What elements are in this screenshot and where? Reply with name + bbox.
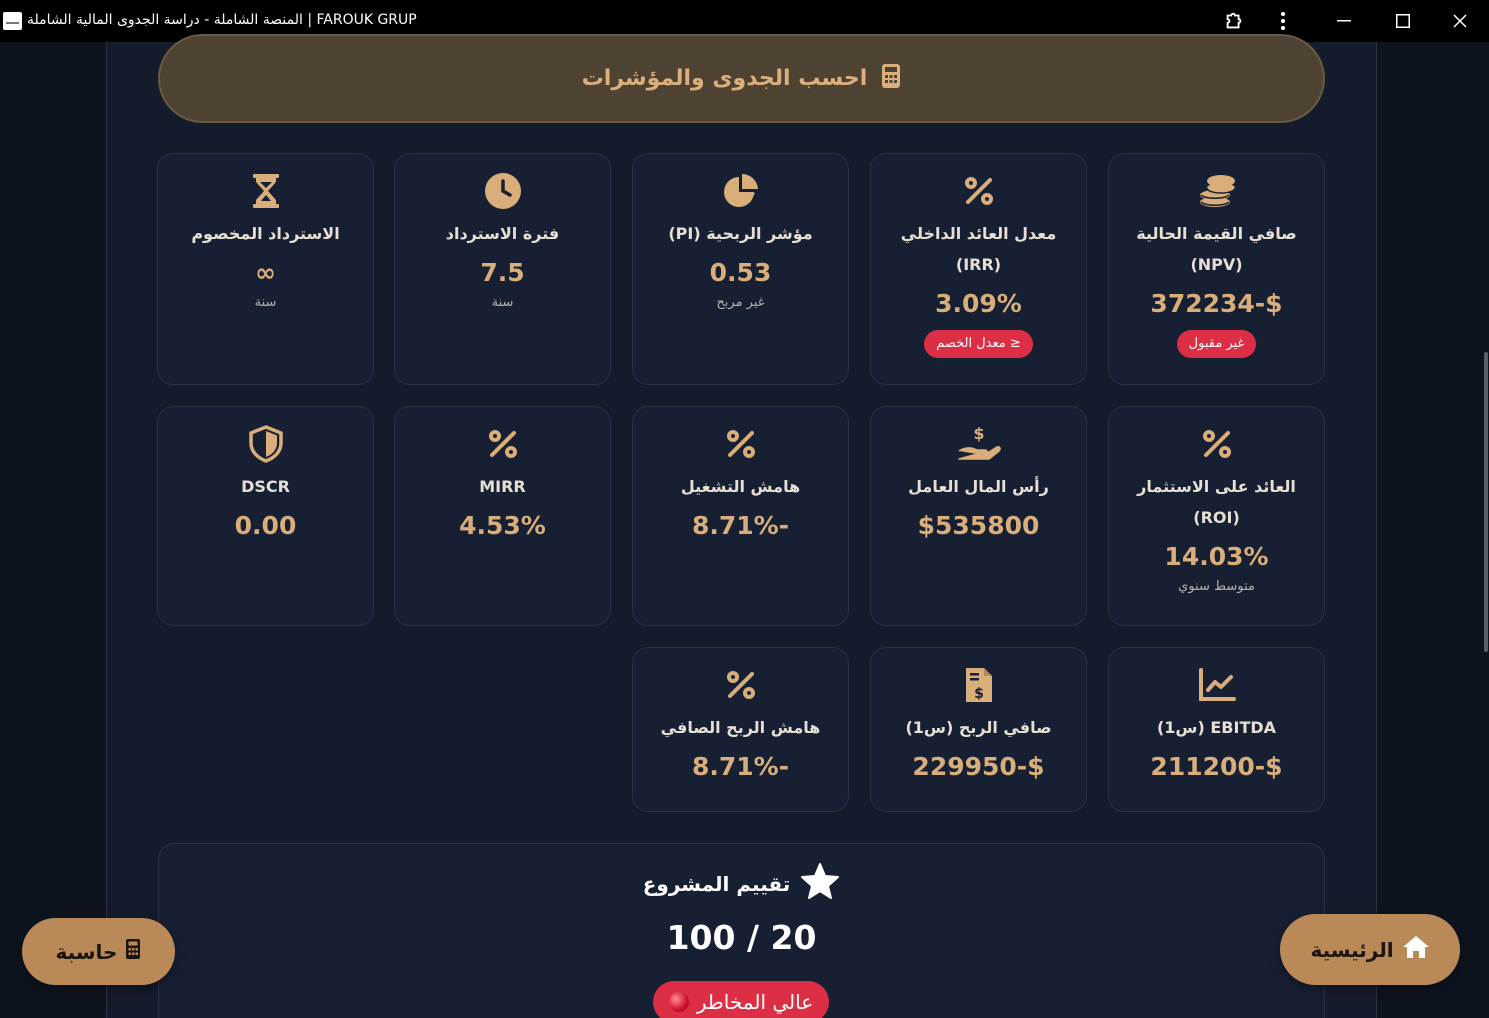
hourglass-icon <box>252 172 280 210</box>
ebitda-card: EBITDA (س1) 211200-$ <box>1108 647 1325 812</box>
discounted-payback-card: الاسترداد المخصوم ∞ سنة <box>157 153 374 385</box>
evaluation-score: 100 / 20 <box>666 918 817 957</box>
risk-label: عالي المخاطر <box>696 990 814 1014</box>
coins-icon <box>1197 172 1237 210</box>
payback-card: فترة الاسترداد 7.5 سنة <box>394 153 611 385</box>
line-chart-icon <box>1198 666 1236 704</box>
net-profit-value: 229950-$ <box>912 752 1045 781</box>
irr-label: معدل العائد الداخلي (IRR) <box>900 224 1057 274</box>
discounted-payback-unit: سنة <box>254 295 277 310</box>
percent-icon <box>488 425 518 463</box>
dscr-card: DSCR 0.00 <box>157 406 374 626</box>
npv-status-badge: غير مقبول <box>1176 330 1257 358</box>
calculator-button-label: حاسبة <box>55 939 118 964</box>
percent-icon <box>964 172 994 210</box>
net-profit-label: صافي الربح (س1) <box>905 718 1052 737</box>
discounted-payback-label: الاسترداد المخصوم <box>191 224 340 243</box>
mirr-value: 4.53% <box>459 511 546 540</box>
working-capital-card: $ رأس المال العامل $535800 <box>870 406 1087 626</box>
home-button-label: الرئيسية <box>1310 937 1394 962</box>
operating-margin-label: هامش التشغيل <box>680 477 801 496</box>
risk-level-badge: عالي المخاطر <box>653 981 829 1018</box>
roi-subtext: متوسط سنوي <box>1178 579 1255 594</box>
mirr-card: MIRR 4.53% <box>394 406 611 626</box>
home-icon <box>1402 935 1430 964</box>
percent-icon <box>726 425 756 463</box>
npv-card: صافي القيمة الحالية (NPV) 372234-$ غير م… <box>1108 153 1325 385</box>
star-icon <box>800 862 840 905</box>
shield-icon <box>248 425 283 463</box>
svg-text:$: $ <box>973 425 984 443</box>
ebitda-value: 211200-$ <box>1150 752 1283 781</box>
invoice-dollar-icon: $ <box>964 666 994 704</box>
red-circle-icon <box>668 992 689 1012</box>
payback-label: فترة الاسترداد <box>445 224 560 243</box>
irr-value: 3.09% <box>935 289 1022 318</box>
calculator-icon <box>881 63 901 95</box>
maximize-icon[interactable] <box>1380 0 1426 42</box>
dscr-value: 0.00 <box>234 511 297 540</box>
npv-label: صافي القيمة الحالية (NPV) <box>1136 224 1297 274</box>
scrollbar[interactable] <box>1484 352 1488 652</box>
ebitda-label: EBITDA (س1) <box>1156 718 1277 737</box>
mirr-label: MIRR <box>479 477 526 496</box>
evaluation-title-text: تقييم المشروع <box>642 871 791 896</box>
roi-value: 14.03% <box>1164 542 1269 571</box>
close-icon[interactable] <box>1437 0 1483 42</box>
net-margin-label: هامش الربح الصافي <box>660 718 821 737</box>
irr-card: معدل العائد الداخلي (IRR) 3.09% ≤ معدل ا… <box>870 153 1087 385</box>
percent-icon <box>1202 425 1232 463</box>
roi-card: العائد على الاستثمار (ROI) 14.03% متوسط … <box>1108 406 1325 626</box>
pi-value: 0.53 <box>709 258 772 287</box>
payback-unit: سنة <box>491 295 514 310</box>
payback-value: 7.5 <box>480 258 525 287</box>
pi-card: مؤشر الربحية (PI) 0.53 غير مربح <box>632 153 849 385</box>
calculate-label: احسب الجدوى والمؤشرات <box>581 66 868 91</box>
dscr-label: DSCR <box>241 477 290 496</box>
operating-margin-value: 8.71%- <box>691 511 790 540</box>
irr-status-badge: ≤ معدل الخصم <box>924 330 1033 358</box>
net-margin-card: هامش الربح الصافي 8.71%- <box>632 647 849 812</box>
discounted-payback-value: ∞ <box>255 258 276 287</box>
clock-icon <box>484 172 522 210</box>
hand-dollar-icon: $ <box>957 425 1001 463</box>
app-logo <box>3 12 22 30</box>
npv-value: 372234-$ <box>1150 289 1283 318</box>
calculator-icon <box>125 938 141 965</box>
window-title: المنصة الشاملة - دراسة الجدوى المالية ال… <box>27 12 417 28</box>
pie-chart-icon <box>722 172 760 210</box>
working-capital-label: رأس المال العامل <box>908 477 1049 496</box>
percent-icon <box>726 666 756 704</box>
minimize-icon[interactable] <box>1321 0 1367 42</box>
svg-text:$: $ <box>974 686 984 702</box>
operating-margin-card: هامش التشغيل 8.71%- <box>632 406 849 626</box>
net-margin-value: 8.71%- <box>691 752 790 781</box>
home-button[interactable]: الرئيسية <box>1280 914 1460 985</box>
evaluation-title: تقييم المشروع <box>158 862 1325 905</box>
calculator-button[interactable]: حاسبة <box>22 918 175 985</box>
net-profit-card: $ صافي الربح (س1) 229950-$ <box>870 647 1087 812</box>
working-capital-value: $535800 <box>917 511 1040 540</box>
roi-label: العائد على الاستثمار (ROI) <box>1137 477 1296 527</box>
pi-subtext: غير مربح <box>716 295 765 310</box>
calculate-feasibility-button[interactable]: احسب الجدوى والمؤشرات <box>158 34 1325 123</box>
pi-label: مؤشر الربحية (PI) <box>668 224 813 243</box>
